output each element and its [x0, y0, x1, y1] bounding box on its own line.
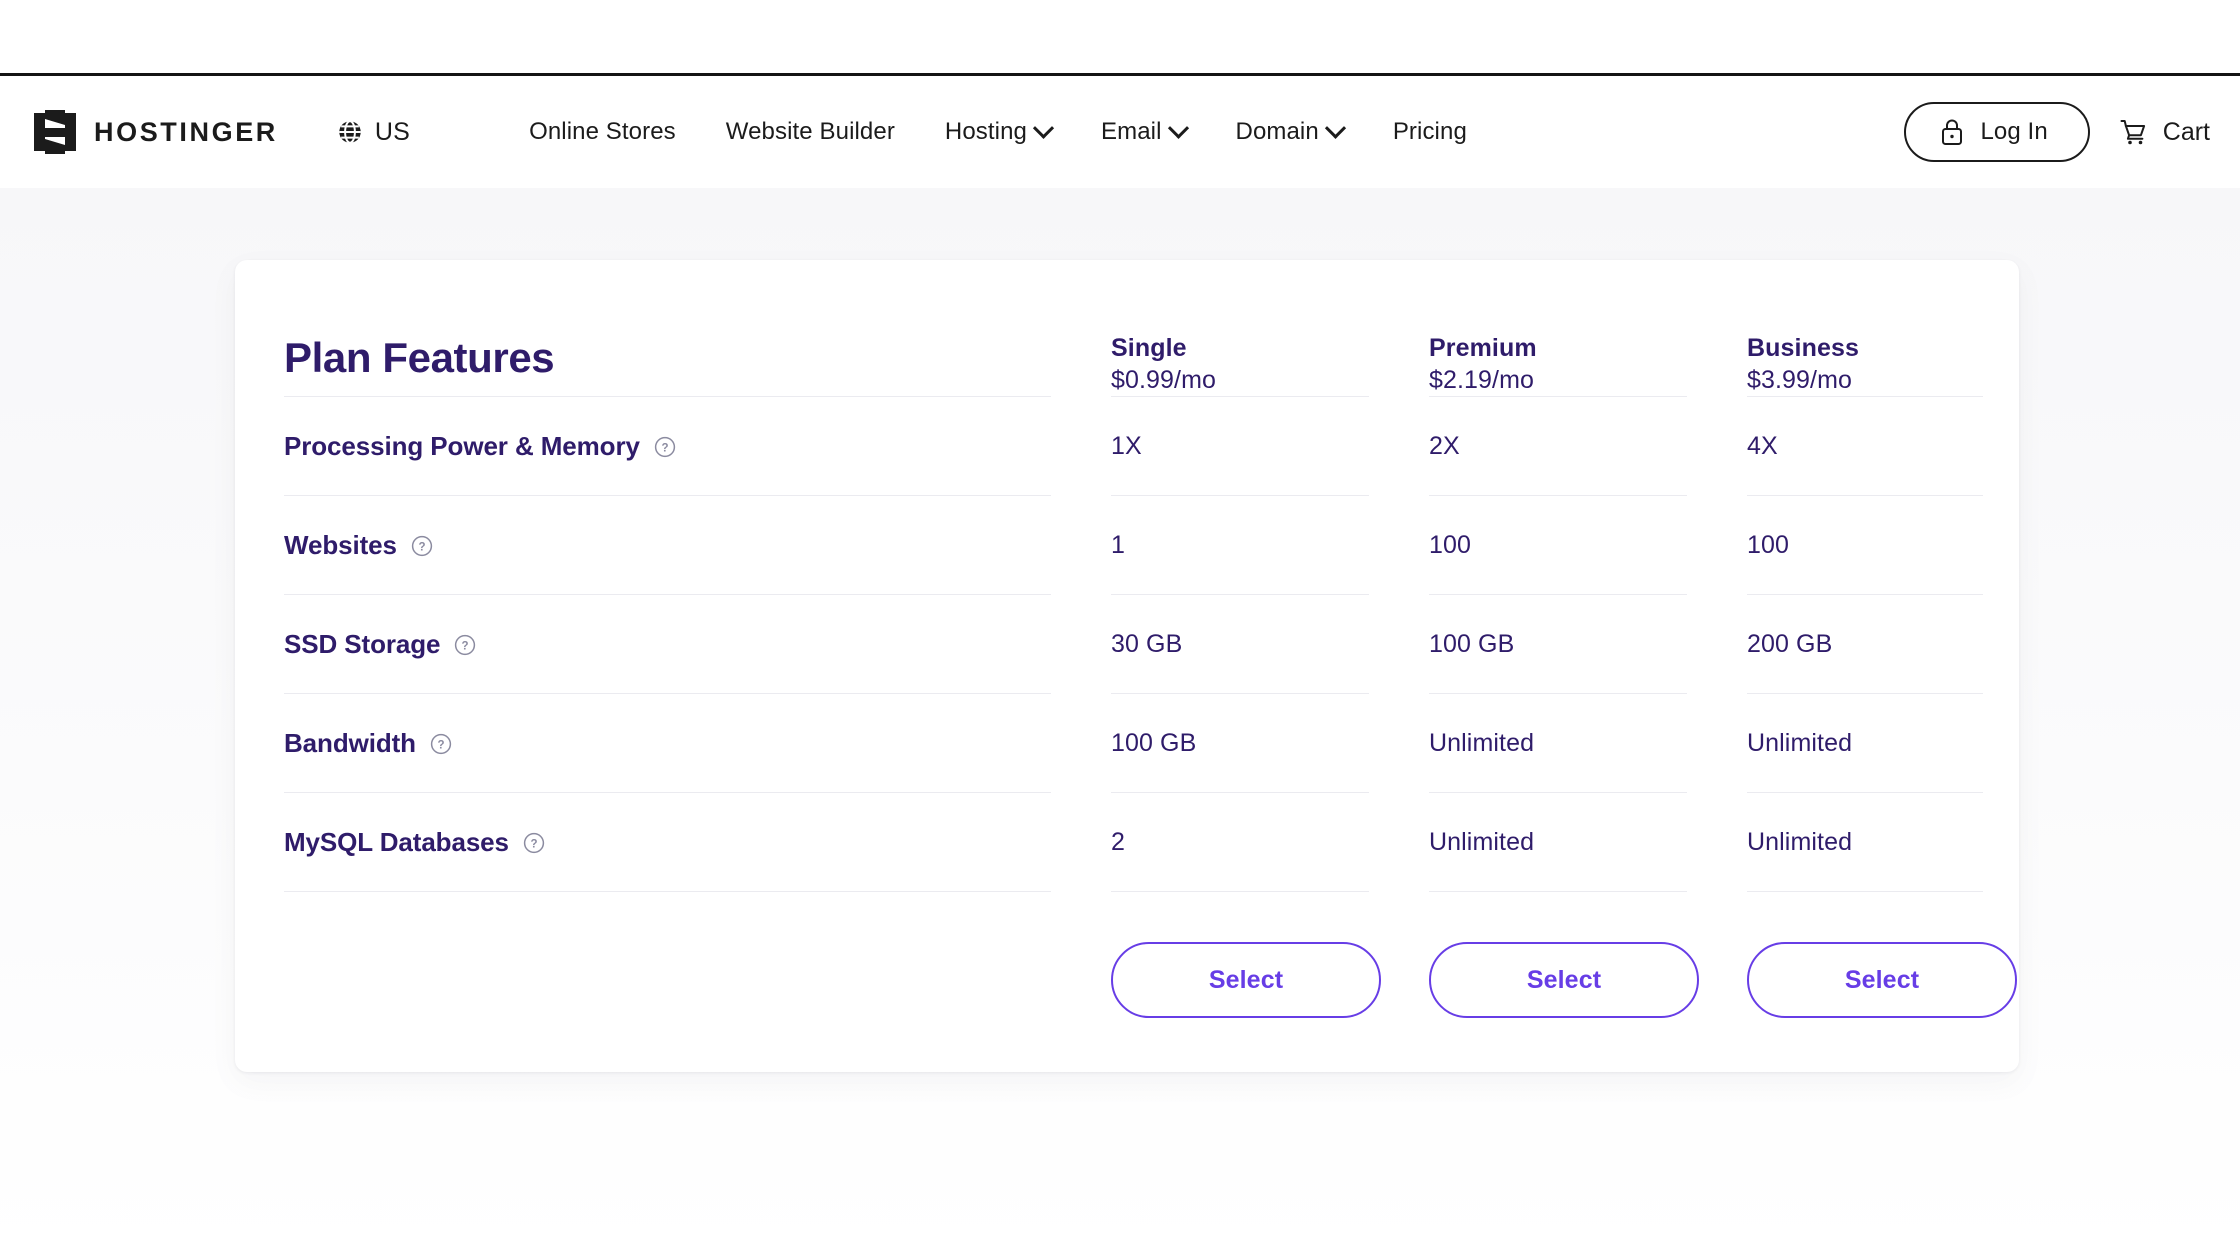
main-navigation: Online Stores Website Builder Hosting Em…: [504, 112, 1890, 152]
lock-icon: [1940, 118, 1964, 146]
feature-value: 4X: [1747, 431, 1778, 460]
feature-label-text: SSD Storage: [284, 628, 441, 659]
help-icon[interactable]: ?: [654, 436, 676, 458]
feature-value: Unlimited: [1747, 827, 1853, 856]
feature-value: 100 GB: [1111, 728, 1197, 757]
page-title: Plan Features: [284, 334, 555, 381]
cta-cell-business: Select: [1723, 942, 2019, 1018]
nav-item-domain[interactable]: Domain: [1211, 112, 1368, 152]
feature-value: 1X: [1111, 431, 1142, 460]
plan-name: Single: [1111, 334, 1187, 362]
plan-header-single: Single $0.99/mo: [1087, 332, 1405, 396]
nav-item-hosting[interactable]: Hosting: [920, 112, 1076, 152]
nav-item-website-builder[interactable]: Website Builder: [701, 112, 920, 152]
feature-value: Unlimited: [1747, 728, 1853, 757]
cta-cell-premium: Select: [1405, 942, 1723, 1018]
page-body: Plan Features Single $0.99/mo Premium $2…: [0, 188, 2240, 1257]
nav-label: Email: [1101, 118, 1162, 145]
feature-row-mysql-databases: MySQL Databases ? 2 Unlimited Unlimited: [261, 793, 1993, 891]
feature-row-processing-power: Processing Power & Memory ? 1X 2X 4X: [261, 397, 1993, 495]
chevron-down-icon: [1167, 117, 1189, 139]
nav-label: Hosting: [944, 118, 1027, 145]
nav-label: Online Stores: [529, 118, 676, 145]
login-label: Log In: [1980, 118, 2048, 145]
comparison-header-row: Plan Features Single $0.99/mo Premium $2…: [261, 260, 1993, 396]
select-button-business[interactable]: Select: [1747, 942, 2017, 1018]
nav-label: Domain: [1235, 118, 1319, 145]
brand-name: HOSTINGER: [94, 116, 278, 147]
feature-value: 1: [1111, 530, 1126, 559]
cta-spacer: [261, 942, 1087, 943]
plan-price: $3.99/mo: [1747, 366, 1853, 394]
plan-price: $2.19/mo: [1429, 366, 1535, 394]
feature-value: 100: [1747, 530, 1790, 559]
svg-text:?: ?: [661, 443, 668, 455]
cart-label: Cart: [2162, 117, 2210, 146]
feature-value: 30 GB: [1111, 629, 1183, 658]
nav-label: Pricing: [1392, 118, 1467, 145]
locale-selector[interactable]: US: [336, 118, 410, 147]
feature-label: Websites ?: [261, 530, 1087, 561]
feature-value: 2X: [1429, 431, 1460, 460]
chevron-down-icon: [1324, 117, 1346, 139]
plan-name: Business: [1747, 334, 1859, 362]
shopping-cart-icon: [2118, 117, 2148, 147]
site-header: HOSTINGER US Online Stores Website Build…: [0, 76, 2240, 188]
plan-price: $0.99/mo: [1111, 366, 1217, 394]
globe-icon: [336, 118, 364, 146]
feature-label-text: MySQL Databases: [284, 826, 509, 857]
feature-label-text: Websites: [284, 529, 397, 560]
hostinger-logo-icon: [34, 110, 76, 154]
plan-name: Premium: [1429, 334, 1537, 362]
nav-item-pricing[interactable]: Pricing: [1368, 112, 1492, 152]
feature-label: Processing Power & Memory ?: [261, 431, 1087, 462]
feature-value: 2: [1111, 827, 1126, 856]
select-button-premium[interactable]: Select: [1429, 942, 1699, 1018]
svg-text:?: ?: [462, 641, 469, 653]
feature-label-text: Processing Power & Memory: [284, 430, 640, 461]
cart-button[interactable]: Cart: [2118, 117, 2210, 147]
feature-row-websites: Websites ? 1 100 100: [261, 496, 1993, 594]
feature-value: 200 GB: [1747, 629, 1833, 658]
feature-row-bandwidth: Bandwidth ? 100 GB Unlimited Unlimited: [261, 694, 1993, 792]
feature-label: MySQL Databases ?: [261, 827, 1087, 858]
help-icon[interactable]: ?: [523, 832, 545, 854]
nav-label: Website Builder: [725, 118, 895, 145]
feature-value: 100 GB: [1429, 629, 1515, 658]
browser-chrome-strip: [0, 0, 2240, 76]
feature-label-text: Bandwidth: [284, 727, 416, 758]
login-button[interactable]: Log In: [1904, 102, 2090, 162]
header-actions: Log In Cart: [1904, 102, 2210, 162]
plan-header-business: Business $3.99/mo: [1723, 332, 2019, 396]
cta-cell-single: Select: [1087, 942, 1405, 1018]
cta-row: Select Select Select: [261, 892, 2017, 1072]
svg-text:?: ?: [530, 839, 537, 851]
help-icon[interactable]: ?: [411, 535, 433, 557]
select-button-single[interactable]: Select: [1111, 942, 1381, 1018]
help-icon[interactable]: ?: [454, 634, 476, 656]
feature-value: Unlimited: [1429, 728, 1535, 757]
svg-text:?: ?: [438, 740, 445, 752]
feature-row-ssd-storage: SSD Storage ? 30 GB 100 GB 200 GB: [261, 595, 1993, 693]
locale-label: US: [374, 117, 411, 146]
help-icon[interactable]: ?: [430, 733, 452, 755]
plan-header-premium: Premium $2.19/mo: [1405, 332, 1723, 396]
feature-value: 100: [1429, 530, 1472, 559]
nav-item-email[interactable]: Email: [1076, 112, 1211, 152]
svg-text:?: ?: [418, 542, 425, 554]
chevron-down-icon: [1032, 117, 1055, 139]
nav-item-online-stores[interactable]: Online Stores: [504, 112, 701, 152]
plan-comparison-card: Plan Features Single $0.99/mo Premium $2…: [235, 260, 2019, 1072]
brand-logo[interactable]: HOSTINGER: [34, 110, 278, 154]
feature-label: SSD Storage ?: [261, 629, 1087, 660]
feature-value: Unlimited: [1429, 827, 1535, 856]
feature-label: Bandwidth ?: [261, 728, 1087, 759]
